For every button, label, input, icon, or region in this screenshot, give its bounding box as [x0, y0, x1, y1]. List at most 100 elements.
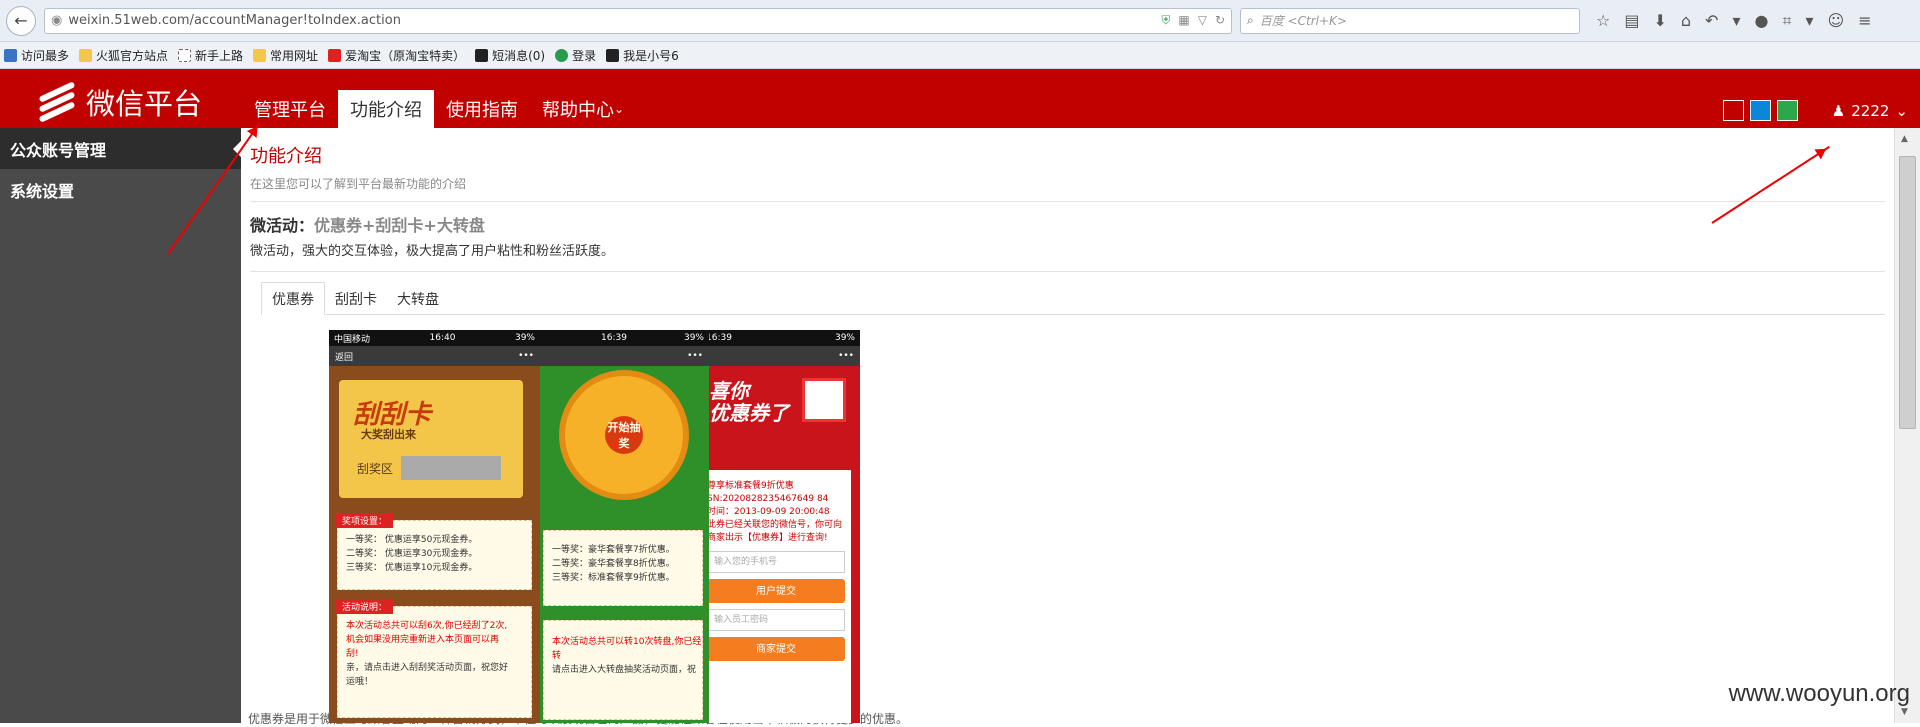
nav-help-label: 帮助中心	[542, 100, 614, 121]
scroll-down-icon[interactable]: ▼	[1901, 707, 1908, 717]
scratch-card-phone: 中国移动 16:40 39% 返回 ••• 刮刮卡 大奖刮出来 刮奖区 奖项设置…	[329, 330, 540, 723]
status-bar: 16:39 39%	[539, 330, 709, 346]
back-icon[interactable]: ←	[6, 5, 36, 36]
coupon-headline-line: 优惠券了	[709, 401, 789, 425]
user-submit-button: 用户提交	[707, 579, 845, 603]
tab-coupon[interactable]: 优惠券	[261, 282, 325, 315]
bookmark-login[interactable]: 登录	[555, 47, 596, 64]
time: 16:39	[706, 333, 732, 343]
prize-line: 一等奖：豪华套餐享7折优惠。	[552, 545, 675, 555]
scratch-area	[401, 456, 501, 480]
coupon-info-line: 时间：2013-09-09 20:00:48	[707, 507, 830, 517]
user-menu[interactable]: ♟ 2222 ⌄	[1832, 102, 1908, 120]
prize-settings: 奖项设置： 一等奖： 优惠运享50元现金券。 二等奖： 优惠运享30元现金券。 …	[336, 513, 532, 590]
chevron-down-icon: ⌄	[614, 102, 625, 116]
wheel-start-button: 开始抽奖	[605, 416, 643, 454]
page-title: 功能介绍	[250, 146, 322, 167]
rule-line: 运哦！	[346, 677, 374, 687]
shield-icon[interactable]: ⛨	[1161, 13, 1170, 28]
prize-line: 三等奖：标准套餐享9折优惠。	[552, 573, 675, 583]
bookmark-most-visited[interactable]: 访问最多	[4, 47, 69, 64]
home-icon[interactable]: ⌂	[1681, 11, 1691, 31]
coupon-info-line: 此券已经关联您的微信号，你可向	[707, 520, 843, 530]
chat-icon[interactable]: ●	[1754, 11, 1768, 31]
merchant-submit-button: 商家提交	[707, 637, 845, 661]
tab-scratch-card[interactable]: 刮刮卡	[325, 282, 387, 315]
reload-icon[interactable]: ↻	[1215, 13, 1225, 28]
rules-tag: 活动说明：	[336, 599, 394, 614]
bookmark-account[interactable]: 我是小号6	[606, 47, 679, 64]
logo-icon	[36, 81, 78, 123]
nav-help[interactable]: 帮助中心 ⌄	[530, 90, 636, 128]
phone-number-field: 输入您的手机号	[707, 551, 845, 573]
scroll-up-icon[interactable]: ▲	[1901, 134, 1908, 144]
smiley-icon[interactable]: ☺	[1827, 11, 1844, 31]
scratch-area-label: 刮奖区	[357, 462, 394, 476]
section-heading: 微活动：优惠券+刮刮卡+大转盘	[250, 212, 1885, 236]
battery: 39%	[834, 333, 855, 343]
prize-line: 二等奖：豪华套餐享8折优惠。	[552, 559, 675, 569]
sidebar: 公众账号管理 系统设置	[0, 128, 242, 723]
gift-icon	[802, 378, 846, 422]
coupon-info-line: 商家出示【优惠券】进行查询!	[707, 533, 828, 543]
bookmark-messages[interactable]: 短消息(0)	[475, 47, 545, 64]
message-icon	[475, 48, 489, 62]
main-nav: 管理平台 功能介绍 使用指南 帮助中心 ⌄	[242, 79, 636, 128]
scratch-subtitle: 大奖刮出来	[361, 428, 416, 441]
qr-code-icon[interactable]: ▦	[1178, 13, 1189, 28]
rule-line: 请点击进入大转盘抽奖活动页面，祝	[552, 665, 697, 675]
prize-line: 三等奖： 优惠运享10元现金券。	[346, 563, 478, 573]
rule-line: 亲，请点击进入刮刮奖活动页面，祝您好	[346, 663, 509, 673]
wheel-rules: 本次活动总共可以转10次转盘,你已经转 请点击进入大转盘抽奖活动页面，祝	[543, 620, 703, 720]
download-icon[interactable]: ⬇	[1653, 11, 1666, 31]
dropdown-icon[interactable]: ▽	[1198, 13, 1207, 28]
bookmark-common-sites[interactable]: 常用网址	[253, 47, 318, 64]
taobao-icon	[328, 48, 342, 62]
dropdown-icon[interactable]: ▾	[1805, 11, 1813, 31]
nav-guide[interactable]: 使用指南	[434, 90, 530, 128]
wheel-prizes: 一等奖：豪华套餐享7折优惠。 二等奖：豪华套餐享8折优惠。 三等奖：标准套餐享9…	[543, 530, 703, 606]
scroll-thumb[interactable]	[1899, 156, 1916, 429]
bookmark-getting-started[interactable]: 新手上路	[178, 47, 243, 64]
more-icon: •••	[518, 351, 534, 361]
sidebar-item-settings[interactable]: 系统设置	[0, 169, 241, 210]
rule-line: 本次活动总共可以刮6次,你已经刮了2次,	[346, 621, 508, 631]
address-bar[interactable]: ◉ weixin.51web.com/accountManager!toInde…	[44, 7, 1232, 34]
folder-icon	[79, 48, 93, 62]
menu-icon[interactable]: ≡	[1858, 11, 1871, 31]
sidebar-item-accounts[interactable]: 公众账号管理	[0, 128, 242, 169]
nav-features[interactable]: 功能介绍	[338, 90, 434, 128]
account-icon	[606, 48, 620, 62]
watermark: www.wooyun.org	[1728, 680, 1910, 707]
more-icon: •••	[838, 351, 854, 361]
search-icon: ⌕	[1247, 13, 1254, 27]
tab-lucky-wheel[interactable]: 大转盘	[387, 282, 449, 315]
theme-green-swatch[interactable]	[1777, 100, 1798, 121]
coupon-phone: 16:39 39% ••• 喜你 优惠券了 尊享标准套餐9折优惠 SN:2020…	[701, 330, 860, 723]
logo[interactable]: 微信平台	[36, 81, 202, 123]
scrollbar[interactable]: ▲ ▼	[1894, 128, 1920, 723]
theme-red-swatch[interactable]	[1723, 100, 1744, 121]
coupon-info-line: 尊享标准套餐9折优惠	[707, 481, 794, 491]
theme-blue-swatch[interactable]	[1750, 100, 1771, 121]
undo-icon[interactable]: ↶	[1705, 11, 1718, 31]
page-icon	[4, 48, 17, 62]
folder-icon	[253, 48, 267, 62]
theme-switcher	[1723, 100, 1798, 121]
bookmark-star-icon[interactable]: ☆	[1596, 11, 1610, 31]
coupon-headline: 喜你 优惠券了	[709, 380, 789, 424]
bookmark-taobao[interactable]: 爱淘宝（原淘宝特卖）	[328, 47, 465, 64]
search-input[interactable]: ⌕ 百度 <Ctrl+K>	[1240, 7, 1580, 34]
coupon-info-line: SN:2020828235467649 84	[707, 494, 829, 504]
coupon-headline-line: 喜你	[709, 379, 749, 403]
rule-line: 本次活动总共可以转10次转盘,你已经转	[552, 637, 702, 661]
dropdown-icon[interactable]: ▾	[1732, 11, 1740, 31]
logo-text: 微信平台	[86, 87, 203, 121]
crop-icon[interactable]: ⌗	[1782, 11, 1791, 31]
bookmark-firefox-site[interactable]: 火狐官方站点	[79, 47, 168, 64]
browser-toolbar: ← ◉ weixin.51web.com/accountManager!toIn…	[0, 0, 1920, 42]
clipboard-icon[interactable]: ▤	[1624, 11, 1639, 31]
status-bar: 16:39 39%	[701, 330, 860, 346]
time: 16:40	[429, 333, 456, 343]
bookmarks-bar: 访问最多 火狐官方站点 新手上路 常用网址 爱淘宝（原淘宝特卖） 短消息(0) …	[0, 42, 1920, 69]
